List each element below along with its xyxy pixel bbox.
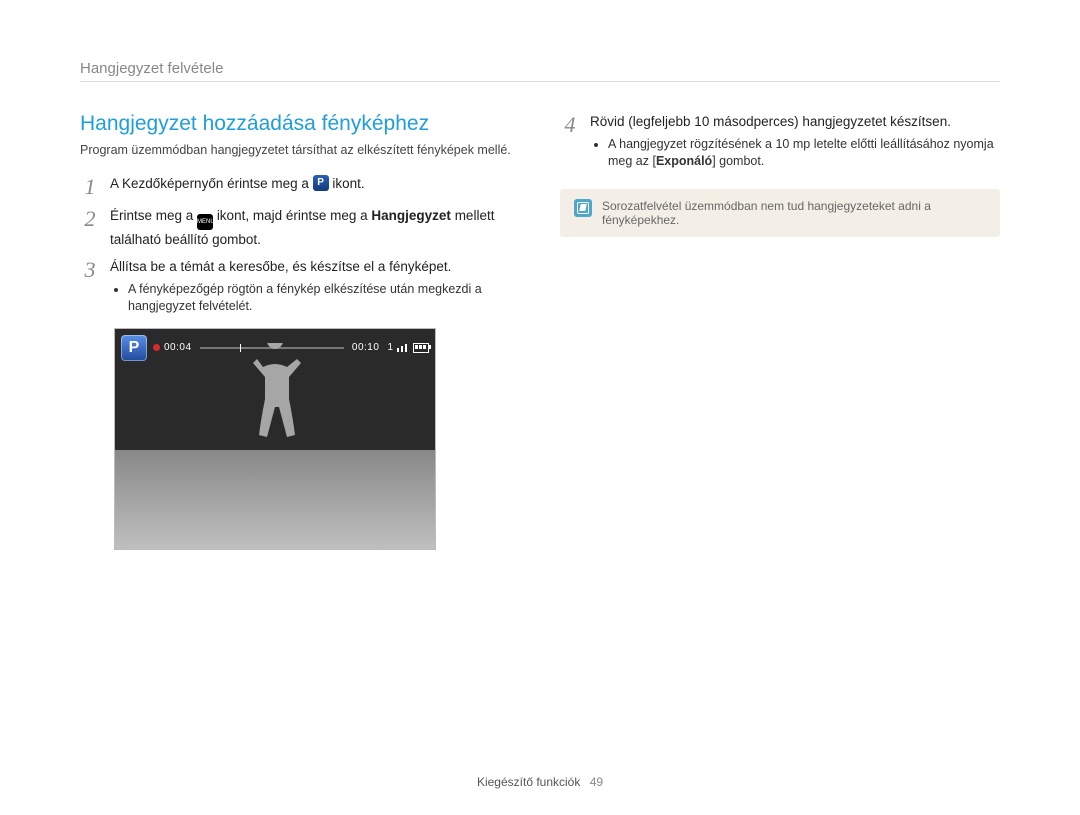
footer-section: Kiegészítő funkciók: [477, 775, 580, 789]
step4-bullets: A hangjegyzet rögzítésének a 10 mp letel…: [590, 136, 1000, 171]
status-indicators: 1: [387, 342, 429, 353]
step-1: 1 A Kezdőképernyőn érintse meg a ikont.: [80, 174, 520, 198]
header-divider: [80, 81, 1000, 82]
step1-pre: A Kezdőképernyőn érintse meg a: [110, 176, 313, 191]
page: Hangjegyzet felvétele Hangjegyzet hozzáa…: [0, 0, 1080, 815]
step3-text: Állítsa be a témát a keresőbe, és készít…: [110, 259, 451, 274]
camera-preview: P 00:04 00:10 1: [114, 328, 436, 550]
step-number: 4: [560, 112, 580, 136]
menu-icon: [197, 214, 213, 230]
step-body: Rövid (legfeljebb 10 másodperces) hangje…: [590, 112, 1000, 173]
program-mode-badge-icon: P: [121, 335, 147, 361]
step-number: 3: [80, 257, 100, 281]
storage-bars-icon: [397, 344, 409, 352]
footer-page-number: 49: [590, 775, 603, 789]
total-time: 00:10: [352, 342, 380, 353]
step3-bullets: A fényképezőgép rögtön a fénykép elkészí…: [110, 281, 520, 316]
step-body: Érintse meg a ikont, majd érintse meg a …: [110, 206, 520, 250]
step4-bullet-bold: Exponáló: [656, 154, 712, 168]
step-body: Állítsa be a témát a keresőbe, és készít…: [110, 257, 520, 318]
left-column: Hangjegyzet hozzáadása fényképhez Progra…: [80, 112, 520, 550]
note-icon: [574, 199, 592, 217]
elapsed-time: 00:04: [164, 342, 192, 353]
page-footer: Kiegészítő funkciók 49: [0, 775, 1080, 789]
section-intro: Program üzemmódban hangjegyzetet társíth…: [80, 142, 520, 160]
step-number: 1: [80, 174, 100, 198]
step2-mid: ikont, majd érintse meg a: [217, 208, 372, 223]
right-column: 4 Rövid (legfeljebb 10 másodperces) hang…: [560, 112, 1000, 550]
subject-silhouette-icon: [245, 343, 305, 443]
step4-bullet: A hangjegyzet rögzítésének a 10 mp letel…: [608, 136, 1000, 171]
step1-post: ikont.: [332, 176, 364, 191]
step-body: A Kezdőképernyőn érintse meg a ikont.: [110, 174, 520, 194]
record-indicator-icon: [153, 344, 160, 351]
step-3: 3 Állítsa be a témát a keresőbe, és kész…: [80, 257, 520, 318]
step4-bullet-post: ] gombot.: [712, 154, 764, 168]
step-4: 4 Rövid (legfeljebb 10 másodperces) hang…: [560, 112, 1000, 173]
step-number: 2: [80, 206, 100, 230]
step-2: 2 Érintse meg a ikont, majd érintse meg …: [80, 206, 520, 250]
step4-text: Rövid (legfeljebb 10 másodperces) hangje…: [590, 114, 951, 129]
battery-icon: [413, 343, 429, 353]
progress-position-icon: [240, 344, 241, 352]
step2-pre: Érintse meg a: [110, 208, 197, 223]
section-title: Hangjegyzet hozzáadása fényképhez: [80, 112, 520, 136]
page-header-title: Hangjegyzet felvétele: [80, 60, 1000, 77]
program-mode-icon: [313, 175, 329, 191]
content-columns: Hangjegyzet hozzáadása fényképhez Progra…: [80, 112, 1000, 550]
step2-bold: Hangjegyzet: [371, 208, 451, 223]
note-text: Sorozatfelvétel üzemmódban nem tud hangj…: [602, 199, 986, 227]
note-box: Sorozatfelvétel üzemmódban nem tud hangj…: [560, 189, 1000, 237]
shot-counter: 1: [387, 342, 393, 353]
step3-bullet: A fényképezőgép rögtön a fénykép elkészí…: [128, 281, 520, 316]
